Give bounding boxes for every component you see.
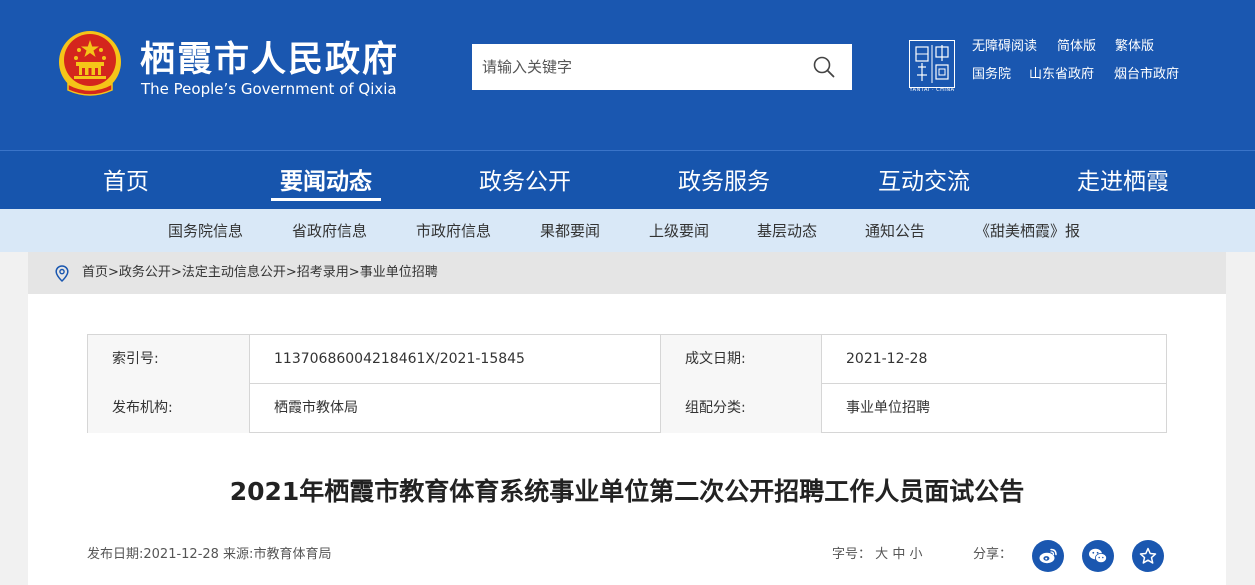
china-seal-logo-icon [909, 40, 955, 88]
shandong-government-link[interactable]: 山东省政府 [1029, 67, 1094, 83]
breadcrumb-home[interactable]: 首页 [82, 265, 108, 280]
document-date-label: 成文日期: [661, 335, 821, 384]
breadcrumb-government-affairs[interactable]: 政务公开 [119, 265, 171, 280]
nav-about-qixia[interactable]: 走进栖霞 [1068, 151, 1178, 210]
breadcrumb-public-institution-hiring[interactable]: 事业单位招聘 [360, 265, 438, 280]
breadcrumb-separator: > [348, 265, 360, 280]
font-size-large-button[interactable]: 大 [875, 547, 888, 562]
nav-government-affairs[interactable]: 政务公开 [470, 151, 580, 210]
breadcrumb-recruitment[interactable]: 招考录用 [297, 265, 349, 280]
article-title: 2021年栖霞市教育体育系统事业单位第二次公开招聘工作人员面试公告 [229, 477, 1025, 506]
sub-nav: 国务院信息 省政府信息 市政府信息 果都要闻 上级要闻 基层动态 通知公告 《甜… [0, 209, 1255, 252]
document-date-value: 2021-12-28 [846, 351, 928, 367]
wechat-icon [1089, 548, 1107, 563]
share-weibo-button[interactable] [1032, 540, 1064, 572]
font-size-label: 字号： [832, 547, 872, 562]
nav-label: 互动交流 [878, 169, 970, 195]
subnav-notices[interactable]: 通知公告 [865, 209, 925, 252]
nav-news[interactable]: 要闻动态 [271, 151, 381, 210]
seal-caption: YANTAI · CHINA [909, 87, 955, 93]
nav-label: 走进栖霞 [1077, 169, 1169, 195]
nav-label: 首页 [103, 169, 149, 195]
breadcrumb-separator: > [108, 265, 119, 280]
subnav-state-council-info[interactable]: 国务院信息 [168, 209, 243, 252]
star-icon [1139, 547, 1157, 564]
active-nav-underline [271, 198, 381, 201]
breadcrumb: 首页>政务公开>法定主动信息公开>招考录用>事业单位招聘 [82, 264, 438, 282]
font-size-medium-button[interactable]: 中 [892, 547, 905, 562]
subnav-superior-news[interactable]: 上级要闻 [649, 209, 709, 252]
article-meta: 发布日期:2021-12-28 来源:市教育体育局 [87, 547, 332, 562]
share-favorite-button[interactable] [1132, 540, 1164, 572]
accessible-reading-link[interactable]: 无障碍阅读 [972, 39, 1037, 55]
yantai-government-link[interactable]: 烟台市政府 [1114, 67, 1179, 83]
search-input[interactable] [472, 44, 802, 90]
main-nav: 首页 要闻动态 政务公开 政务服务 互动交流 走进栖霞 [0, 150, 1255, 209]
state-council-link[interactable]: 国务院 [972, 67, 1011, 83]
search-box [472, 44, 852, 90]
category-label: 组配分类: [661, 384, 821, 433]
index-number-value: 11370686004218461X/2021-15845 [274, 351, 525, 367]
nav-home[interactable]: 首页 [76, 151, 176, 210]
font-size-small-button[interactable]: 小 [909, 547, 922, 562]
weibo-icon [1039, 548, 1057, 564]
traditional-chinese-link[interactable]: 繁体版 [1115, 39, 1154, 55]
nav-label: 要闻动态 [280, 169, 372, 195]
publisher-label: 发布机构: [88, 384, 249, 433]
location-pin-icon [55, 265, 69, 282]
national-emblem-icon [59, 31, 121, 96]
subnav-province-info[interactable]: 省政府信息 [292, 209, 367, 252]
site-subtitle: The People’s Government of Qixia [141, 80, 397, 98]
simplified-chinese-link[interactable]: 简体版 [1057, 39, 1096, 55]
search-icon[interactable] [812, 55, 836, 79]
nav-label: 政务服务 [678, 169, 770, 195]
index-number-label: 索引号: [88, 335, 249, 384]
font-size-selector: 字号： 大 中 小 [832, 546, 922, 564]
publisher-value: 栖霞市教体局 [274, 400, 358, 416]
category-value: 事业单位招聘 [846, 400, 930, 416]
breadcrumb-separator: > [170, 265, 182, 280]
share-label: 分享： [973, 547, 1013, 562]
nav-government-services[interactable]: 政务服务 [669, 151, 779, 210]
document-info-table: 索引号: 11370686004218461X/2021-15845 成文日期:… [87, 334, 1167, 433]
subnav-tianmei-qixia-newspaper[interactable]: 《甜美栖霞》报 [975, 209, 1080, 252]
nav-interaction[interactable]: 互动交流 [869, 151, 979, 210]
subnav-grassroots-news[interactable]: 基层动态 [757, 209, 817, 252]
subnav-city-info[interactable]: 市政府信息 [416, 209, 491, 252]
nav-label: 政务公开 [479, 169, 571, 195]
breadcrumb-separator: > [285, 265, 297, 280]
site-title: 栖霞市人民政府 [140, 40, 400, 80]
breadcrumb-statutory-disclosure[interactable]: 法定主动信息公开 [182, 265, 286, 280]
subnav-fruit-capital-news[interactable]: 果都要闻 [540, 209, 600, 252]
share-wechat-button[interactable] [1082, 540, 1114, 572]
